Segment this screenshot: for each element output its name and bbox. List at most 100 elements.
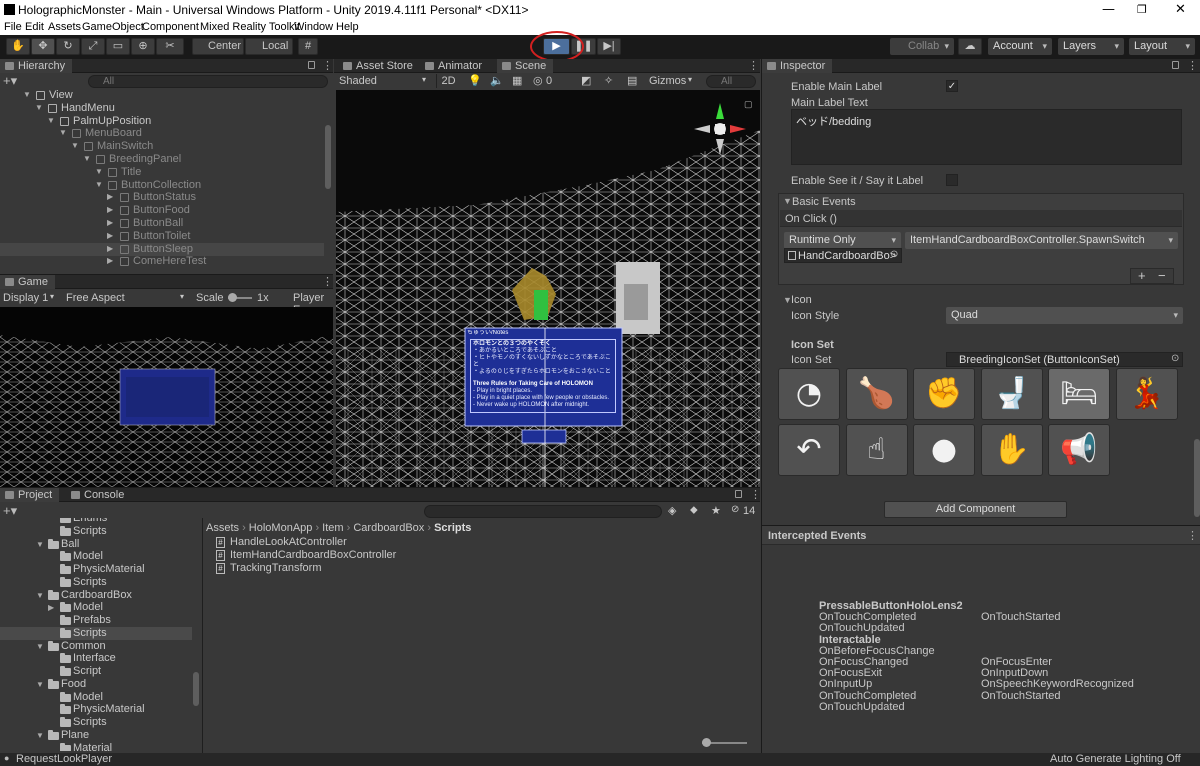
menu-mixed-reality-toolkit[interactable]: Mixed Reality Toolkit <box>200 21 300 33</box>
project-tree-row[interactable]: Scripts <box>0 626 192 640</box>
expand-arrow-icon[interactable]: ▶ <box>48 601 54 614</box>
enable-main-label-checkbox[interactable]: ✓ <box>946 80 958 92</box>
hierarchy-row[interactable]: ▶ ComeHereTest <box>0 255 324 268</box>
expand-arrow-icon[interactable]: ▶ <box>107 193 115 201</box>
project-tree-row[interactable]: Scripts <box>0 576 192 589</box>
lock-icon[interactable] <box>735 490 742 498</box>
object-picker-icon[interactable]: ⊙ <box>890 249 898 260</box>
tab-game[interactable]: Game <box>0 275 55 289</box>
icon-size-slider-handle[interactable] <box>702 738 711 747</box>
game-view[interactable] <box>0 307 333 488</box>
breadcrumb-item[interactable]: Item <box>322 522 343 534</box>
close-icon[interactable]: ✕ <box>1175 2 1186 17</box>
hierarchy-row[interactable]: ▶ ButtonSleep <box>0 242 324 256</box>
expand-arrow-icon[interactable]: ▼ <box>23 91 31 99</box>
breadcrumb-item[interactable]: CardboardBox <box>353 522 424 534</box>
file-item[interactable]: # HandleLookAtController <box>216 536 516 549</box>
enable-see-it-checkbox[interactable] <box>946 174 958 186</box>
project-tree-row[interactable]: Model <box>0 550 192 563</box>
shading-dropdown[interactable]: Shaded <box>339 75 377 87</box>
icon-cell[interactable]: ✋ <box>980 424 1043 476</box>
project-tree-row[interactable]: ▶ Model <box>0 601 192 614</box>
menu-gameobject[interactable]: GameObject <box>82 21 144 33</box>
pivot-center-button[interactable]: Center <box>192 38 244 55</box>
expand-arrow-icon[interactable]: ▼ <box>95 180 103 189</box>
pivot-local-button[interactable]: Local <box>245 38 293 55</box>
lighting-icon[interactable]: 💡 <box>468 74 482 87</box>
snap-grid-icon[interactable]: # <box>298 38 318 55</box>
project-tree-row[interactable]: Script <box>0 665 192 678</box>
rect-tool-icon[interactable]: ▭ <box>106 38 130 55</box>
hierarchy-row[interactable]: ▼ MainSwitch <box>0 140 324 153</box>
icon-cell[interactable]: ● <box>913 424 975 476</box>
expand-arrow-icon[interactable]: ▶ <box>107 206 115 214</box>
icon-cell[interactable]: 💃 <box>1115 368 1178 420</box>
icon-set-field[interactable]: BreedingIconSet (ButtonIconSet) <box>946 352 1183 367</box>
project-tree-row[interactable]: ▼ Common <box>0 640 192 653</box>
tab-hierarchy[interactable]: Hierarchy <box>0 59 73 73</box>
collab-dropdown[interactable]: Collab <box>890 38 954 55</box>
tab-inspector[interactable]: Inspector <box>762 59 833 73</box>
minimize-icon[interactable]: — <box>1102 2 1115 17</box>
icon-style-dropdown[interactable]: Quad <box>946 307 1183 324</box>
project-tree-row[interactable]: ▼ CardboardBox <box>0 589 192 602</box>
add-component-button[interactable]: Add Component <box>884 501 1067 518</box>
hierarchy-row[interactable]: ▼ ButtonCollection <box>0 179 324 192</box>
persp-lock-icon[interactable]: ▢ <box>744 99 753 110</box>
remove-event-button[interactable]: − <box>1158 269 1166 282</box>
project-tree-row[interactable]: Scripts <box>0 716 192 729</box>
tab-scene[interactable]: Scene <box>497 59 554 73</box>
hierarchy-row[interactable]: ▼ MenuBoard <box>0 127 324 140</box>
expand-arrow-icon[interactable]: ▼ <box>36 538 44 551</box>
gizmos-dropdown[interactable]: Gizmos <box>649 75 686 87</box>
icon-cell[interactable]: ✊ <box>913 368 975 420</box>
expand-arrow-icon[interactable]: ▼ <box>71 142 79 150</box>
expand-arrow-icon[interactable]: ▼ <box>36 678 44 691</box>
hierarchy-search-input[interactable]: All <box>88 75 328 88</box>
hierarchy-row[interactable]: ▶ ButtonToilet <box>0 230 324 243</box>
kebab-menu-icon[interactable]: ⋮ <box>748 59 759 72</box>
project-tree-row[interactable]: Model <box>0 691 192 704</box>
search-by-type-icon[interactable]: ◈ <box>668 504 676 517</box>
project-tree-row[interactable]: PhysicMaterial <box>0 703 192 716</box>
project-tree-row[interactable]: ▼ Plane <box>0 729 192 742</box>
hierarchy-scrollbar[interactable] <box>325 125 331 189</box>
cloud-icon[interactable]: ☁ <box>958 38 982 55</box>
rotate-tool-icon[interactable]: ↻ <box>56 38 80 55</box>
main-label-text-field[interactable]: ベッド/bedding <box>791 109 1182 165</box>
transform-tool-icon[interactable]: ⊕ <box>131 38 155 55</box>
tab-project[interactable]: Project <box>0 488 60 502</box>
menu-edit[interactable]: Edit <box>25 21 44 33</box>
menu-component[interactable]: Component <box>142 21 199 33</box>
hidden-packages-icon[interactable]: ⊘ <box>731 504 739 515</box>
kebab-menu-icon[interactable]: ⋮ <box>1187 59 1198 72</box>
2d-toggle[interactable]: 2D <box>436 74 460 88</box>
file-item[interactable]: # ItemHandCardboardBoxController <box>216 549 516 562</box>
tools-icon[interactable]: ✧ <box>604 74 613 87</box>
aspect-dropdown[interactable]: Free Aspect <box>66 292 125 304</box>
menu-help[interactable]: Help <box>336 21 359 33</box>
kebab-menu-icon[interactable]: ⋮ <box>322 59 333 72</box>
project-tree-row[interactable]: ▼ Food <box>0 678 192 691</box>
hierarchy-row[interactable]: ▶ ButtonBall <box>0 217 324 230</box>
hidden-objects-icon[interactable]: ◎ <box>533 74 543 87</box>
object-picker-icon[interactable]: ⊙ <box>1171 353 1179 364</box>
hierarchy-row[interactable]: ▼ Title <box>0 166 324 179</box>
expand-arrow-icon[interactable]: ▼ <box>36 640 44 653</box>
chevron-down-icon[interactable]: ▼ <box>783 196 792 206</box>
expand-arrow-icon[interactable]: ▶ <box>107 231 115 240</box>
menu-file[interactable]: File <box>4 21 22 33</box>
kebab-menu-icon[interactable]: ⋮ <box>750 488 761 501</box>
icon-cell[interactable]: ☝ <box>845 424 908 476</box>
icon-cell[interactable]: 📢 <box>1048 424 1110 476</box>
move-tool-icon[interactable]: ✥ <box>31 38 55 55</box>
tab-animator[interactable]: Animator <box>420 59 489 73</box>
project-tree-row[interactable]: Material <box>0 742 192 751</box>
kebab-menu-icon[interactable]: ⋮ <box>322 275 333 288</box>
step-button[interactable]: ▶| <box>597 38 621 55</box>
favorite-star-icon[interactable]: ★ <box>711 504 721 517</box>
breadcrumb-item[interactable]: HoloMonApp <box>249 522 313 534</box>
scene-view[interactable]: ちゅうい/Notes ホロモンとの３つのやくそく ・あかるいところであそぶこと … <box>336 90 760 487</box>
project-search-input[interactable] <box>424 505 662 518</box>
expand-arrow-icon[interactable]: ▼ <box>95 167 103 176</box>
